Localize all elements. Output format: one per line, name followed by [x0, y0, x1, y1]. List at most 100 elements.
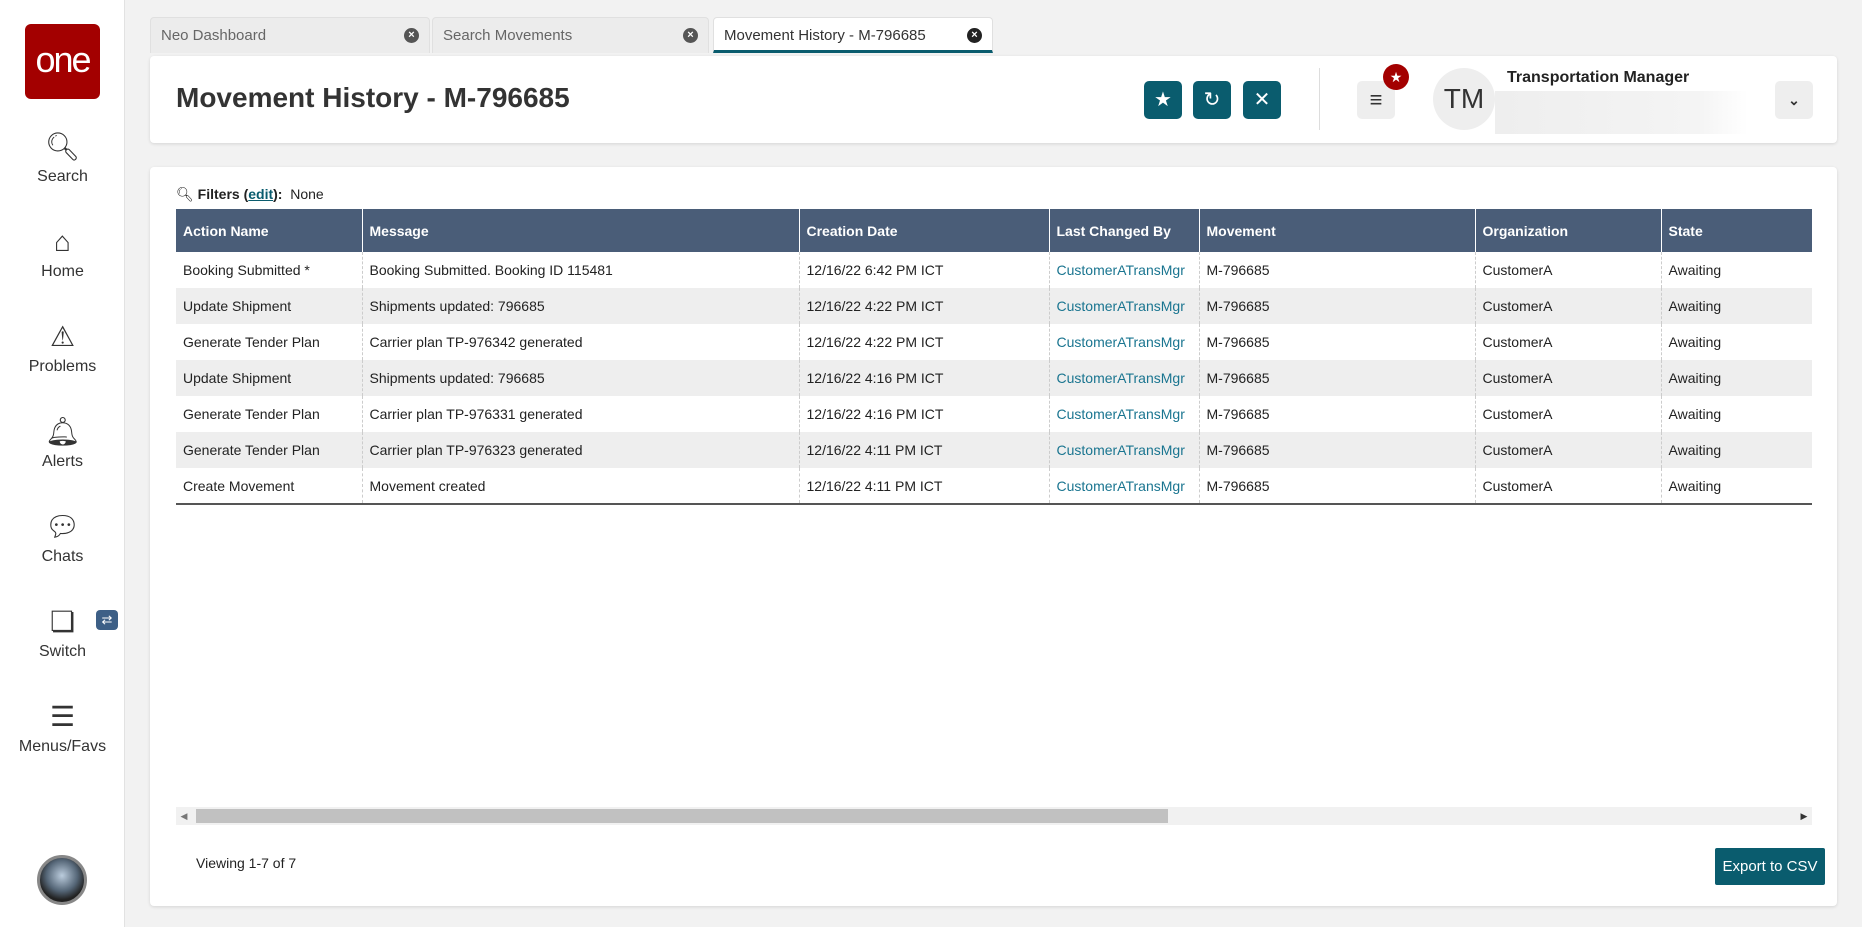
table-cell: 12/16/22 4:16 PM ICT — [799, 360, 1050, 396]
table-cell: CustomerA — [1475, 288, 1662, 324]
close-tab-icon[interactable]: × — [683, 28, 698, 43]
table-cell: Awaiting — [1661, 468, 1812, 505]
refresh-button[interactable]: ↻ — [1193, 81, 1231, 119]
table-cell[interactable]: CustomerATransMgr — [1049, 360, 1200, 396]
table-cell: Update Shipment — [176, 360, 363, 396]
table-cell: Awaiting — [1668, 334, 1722, 350]
table-row[interactable]: Update Shipment Shipments updated: 796685… — [176, 360, 1812, 396]
table-cell: M-796685 — [1199, 360, 1476, 396]
sidebar-item-problems[interactable]: ⚠ Problems — [0, 320, 125, 400]
table-cell: Update Shipment — [176, 288, 363, 324]
sidebar-item-menus-favs[interactable]: ☰ Menus/Favs — [0, 700, 125, 780]
table-cell: Carrier plan TP-976342 generated — [362, 324, 800, 360]
table-cell: Booking Submitted. Booking ID 115481 — [362, 252, 800, 288]
tab-movement-history[interactable]: Movement History - M-796685 × — [713, 17, 993, 53]
warning-icon: ⚠ — [49, 321, 76, 352]
star-badge-icon: ★ — [1383, 64, 1409, 90]
user-avatar[interactable] — [37, 855, 87, 905]
table-row[interactable]: Generate Tender Plan Carrier plan TP-9763… — [176, 324, 1812, 360]
column-header[interactable]: Action Name — [176, 209, 363, 252]
table-cell: CustomerA — [1475, 360, 1662, 396]
user-role: Transportation Manager — [1507, 69, 1690, 86]
edit-filters-link[interactable]: edit — [248, 186, 273, 202]
refresh-icon: ↻ — [1203, 89, 1221, 111]
scroll-left-icon[interactable]: ◀ — [176, 807, 192, 825]
table-cell: M-796685 — [1199, 468, 1476, 505]
table-cell[interactable]: CustomerATransMgr — [1049, 396, 1200, 432]
table-cell: Generate Tender Plan — [176, 432, 363, 468]
sidebar-item-home[interactable]: ⌂ Home — [0, 225, 125, 305]
history-table: Action Name Message Creation Date Last Chan… — [176, 209, 1812, 505]
home-icon: ⌂ — [54, 226, 71, 257]
tab-neo-dashboard[interactable]: Neo Dashboard × — [150, 17, 430, 53]
close-button[interactable]: ✕ — [1243, 81, 1281, 119]
column-header[interactable]: State — [1661, 209, 1812, 252]
table-cell: Awaiting — [1668, 406, 1722, 422]
filters-value: None — [290, 186, 324, 202]
table-cell: CustomerA — [1475, 252, 1662, 288]
column-header[interactable]: Last Changed By — [1049, 209, 1200, 252]
table-cell: CustomerA — [1475, 324, 1662, 360]
horizontal-scrollbar[interactable]: ◀ ▶ — [176, 807, 1812, 825]
close-tab-icon[interactable]: × — [967, 28, 982, 43]
table-cell: M-796685 — [1199, 324, 1476, 360]
table-cell: Awaiting — [1661, 360, 1812, 396]
close-icon: ✕ — [1253, 89, 1271, 111]
table-cell[interactable]: CustomerATransMgr — [1049, 288, 1200, 324]
chevron-down-icon: ⌄ — [1788, 92, 1800, 108]
sidebar: one 🔍︎ Search ⌂ Home ⚠ Problems 🔔︎ Alerts 💬︎… — [0, 0, 125, 927]
sidebar-item-chats[interactable]: 💬︎ Chats — [0, 510, 125, 590]
export-csv-button[interactable]: Export to CSV — [1715, 848, 1825, 885]
table-row[interactable]: Booking Submitted * Booking Submitted. Bo… — [176, 252, 1812, 288]
table-cell: Create Movement — [176, 468, 363, 505]
close-tab-icon[interactable]: × — [404, 28, 419, 43]
hamburger-icon: ≡ — [1369, 87, 1383, 112]
column-header[interactable]: Organization — [1475, 209, 1662, 252]
table-cell: M-796685 — [1199, 252, 1476, 288]
table-row[interactable]: Generate Tender Plan Carrier plan TP-9763… — [176, 432, 1812, 468]
star-icon: ★ — [1154, 89, 1172, 111]
switch-arrows-icon: ⇄ — [96, 610, 118, 630]
table-cell: CustomerA — [1475, 432, 1662, 468]
table-cell: 12/16/22 4:11 PM ICT — [799, 468, 1050, 505]
chat-icon: 💬︎ — [44, 511, 81, 542]
sidebar-item-search[interactable]: 🔍︎ Search — [0, 130, 125, 210]
table-row[interactable]: Generate Tender Plan Carrier plan TP-9763… — [176, 396, 1812, 432]
search-icon: 🔍︎ — [176, 186, 194, 202]
column-header[interactable]: Message — [362, 209, 800, 252]
table-cell[interactable]: CustomerATransMgr — [1049, 252, 1200, 288]
menu-icon: ☰ — [49, 701, 76, 732]
avatar[interactable]: TM — [1433, 68, 1495, 130]
table-cell: Awaiting — [1661, 288, 1812, 324]
bell-icon: 🔔︎ — [44, 416, 81, 447]
table-cell: 12/16/22 4:22 PM ICT — [799, 324, 1050, 360]
table-cell: Awaiting — [1668, 262, 1722, 278]
user-dropdown-button[interactable]: ⌄ — [1775, 81, 1813, 119]
filters-bar: 🔍︎ Filters (edit): None — [176, 186, 324, 202]
search-icon: 🔍︎ — [44, 131, 81, 162]
table-row[interactable]: Create Movement Movement created 12/16/22 … — [176, 468, 1812, 505]
table-cell: CustomerA — [1475, 468, 1662, 505]
favorite-button[interactable]: ★ — [1144, 81, 1182, 119]
table-cell: Shipments updated: 796685 — [362, 360, 800, 396]
logo[interactable]: one — [25, 24, 100, 99]
page-title: Movement History - M-796685 — [176, 82, 570, 113]
scrollbar-thumb[interactable] — [196, 809, 1168, 823]
table-cell[interactable]: CustomerATransMgr — [1049, 432, 1200, 468]
scroll-right-icon[interactable]: ▶ — [1796, 807, 1812, 825]
column-header[interactable]: Movement — [1199, 209, 1476, 252]
viewing-count: Viewing 1-7 of 7 — [196, 855, 297, 871]
redacted-user-name — [1495, 91, 1748, 134]
tab-search-movements[interactable]: Search Movements × — [432, 17, 709, 53]
table-cell: 12/16/22 4:11 PM ICT — [799, 432, 1050, 468]
table-row[interactable]: Update Shipment Shipments updated: 796685… — [176, 288, 1812, 324]
table-cell[interactable]: CustomerATransMgr — [1049, 468, 1200, 505]
table-cell: Generate Tender Plan — [176, 396, 363, 432]
sidebar-item-alerts[interactable]: 🔔︎ Alerts — [0, 415, 125, 495]
column-header[interactable]: Creation Date — [799, 209, 1050, 252]
table-cell: M-796685 — [1199, 396, 1476, 432]
table-cell: Booking Submitted * — [176, 252, 363, 288]
table-cell: Movement created — [362, 468, 800, 505]
table-cell: 12/16/22 4:16 PM ICT — [799, 396, 1050, 432]
table-cell[interactable]: CustomerATransMgr — [1049, 324, 1200, 360]
